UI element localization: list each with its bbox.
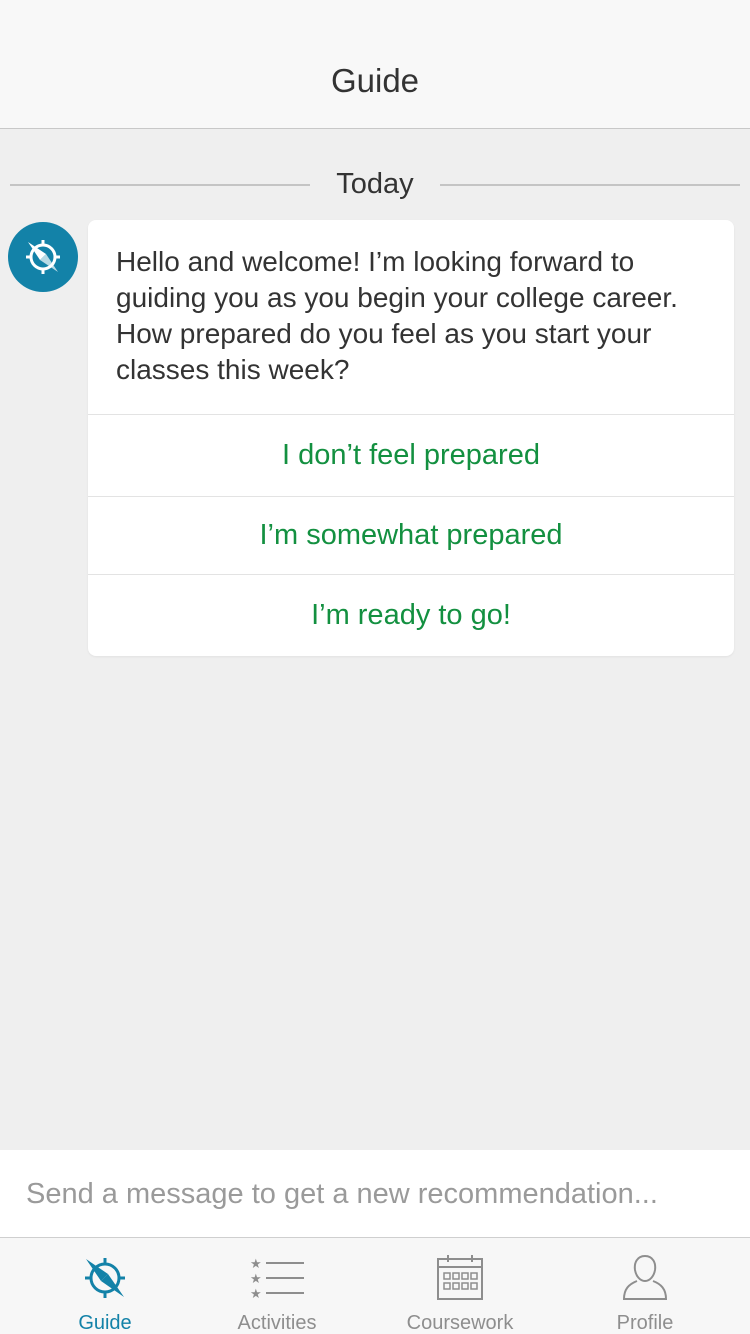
person-icon <box>621 1252 669 1304</box>
starred-list-icon: ★ ★ ★ <box>248 1252 306 1304</box>
svg-text:★: ★ <box>250 1272 262 1287</box>
tab-label: Coursework <box>406 1312 514 1334</box>
svg-text:★: ★ <box>250 1287 262 1302</box>
tab-coursework[interactable]: Coursework <box>395 1238 525 1334</box>
compass-icon <box>26 240 60 274</box>
choice-somewhat-prepared[interactable]: I’m somewhat prepared <box>88 496 734 574</box>
compass-icon <box>80 1252 130 1304</box>
date-divider: Today <box>10 166 740 202</box>
tab-bar: Guide ★ ★ ★ Activities Coursework Profil… <box>0 1237 750 1334</box>
divider-line-right <box>440 184 740 186</box>
date-label: Today <box>336 168 414 200</box>
message-card: Hello and welcome! I’m looking forward t… <box>88 220 734 656</box>
app-screen: Guide Today Hello and welcome! I’m looki… <box>0 0 750 1334</box>
tab-label: Activities <box>237 1312 317 1334</box>
svg-text:★: ★ <box>250 1257 262 1272</box>
message-text: Hello and welcome! I’m looking forward t… <box>116 246 678 385</box>
message-composer <box>0 1150 750 1237</box>
tab-profile[interactable]: Profile <box>580 1238 710 1334</box>
message-input[interactable] <box>26 1168 726 1220</box>
tab-guide[interactable]: Guide <box>40 1238 170 1334</box>
page-title: Guide <box>330 62 420 99</box>
guide-avatar <box>8 222 78 292</box>
choice-ready-to-go[interactable]: I’m ready to go! <box>88 574 734 656</box>
tab-activities[interactable]: ★ ★ ★ Activities <box>212 1238 342 1334</box>
tab-label: Guide <box>78 1312 132 1334</box>
nav-header: Guide <box>0 0 750 129</box>
calendar-icon <box>435 1252 485 1304</box>
tab-label: Profile <box>616 1312 674 1334</box>
divider-line-left <box>10 184 310 186</box>
choice-not-prepared[interactable]: I don’t feel prepared <box>88 414 734 496</box>
